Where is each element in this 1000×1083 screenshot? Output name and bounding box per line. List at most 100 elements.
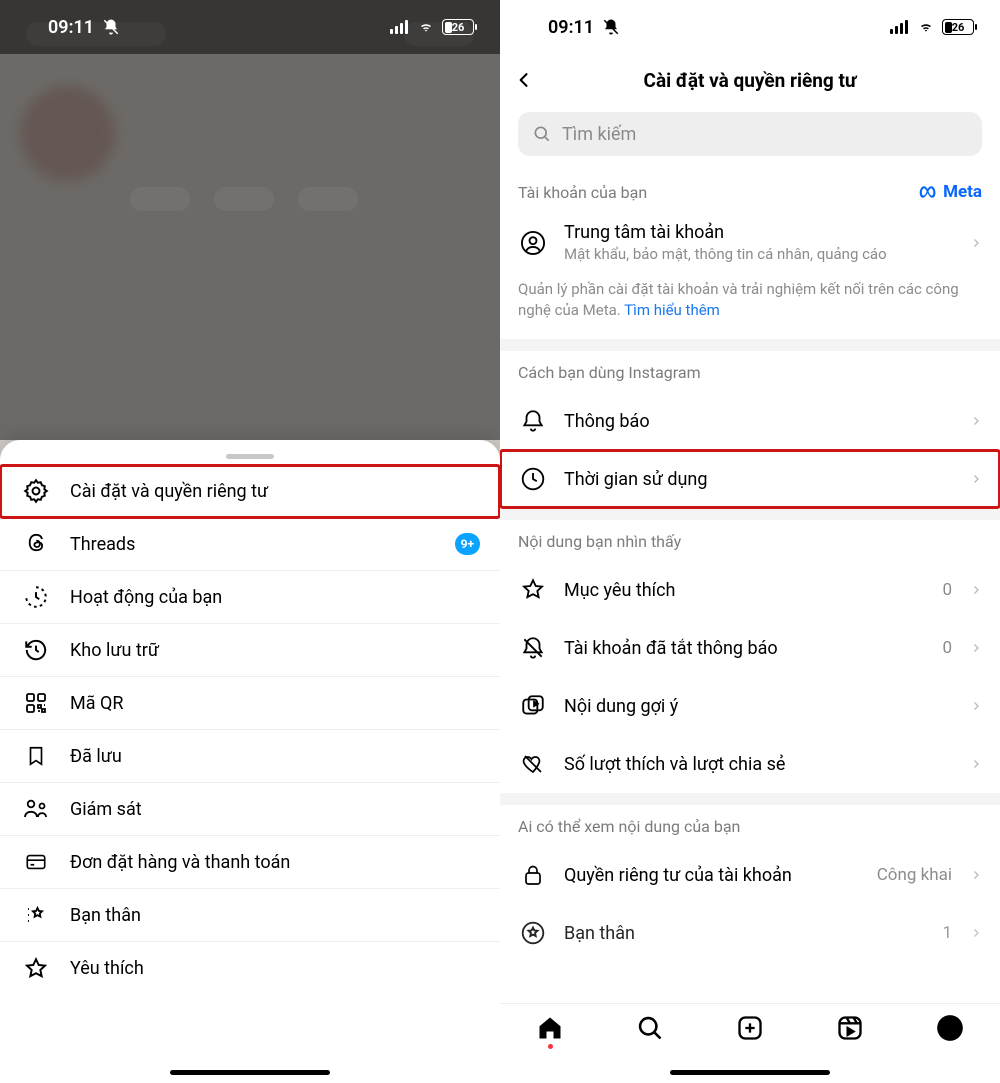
home-indicator [670,1070,830,1075]
clock: 09:11 [48,17,94,38]
chevron-right-icon [970,412,982,430]
menu-orders-payments[interactable]: Đơn đặt hàng và thanh toán [0,836,500,889]
row-favorites[interactable]: Mục yêu thích 0 [500,561,1000,619]
menu-close-friends[interactable]: Bạn thân [0,889,500,942]
row-title: Thời gian sử dụng [564,469,954,490]
page-title: Cài đặt và quyền riêng tư [544,69,986,92]
close-friends-icon [24,903,48,927]
menu-settings-privacy[interactable]: Cài đặt và quyền riêng tư [0,465,500,518]
section-how-you-use: Cách bạn dùng Instagram [500,351,1000,392]
cellular-icon [890,20,910,34]
clock: 09:11 [548,17,594,38]
nav-search[interactable] [622,1014,678,1042]
nav-home[interactable] [522,1014,578,1049]
section-who-can-see: Ai có thể xem nội dung của bạn [500,805,1000,846]
search-icon [532,124,552,144]
row-account-privacy[interactable]: Quyền riêng tư của tài khoản Công khai [500,846,1000,904]
profile-menu-sheet: Cài đặt và quyền riêng tư Threads 9+ Hoạ… [0,440,500,1083]
threads-icon [24,532,48,556]
activity-icon [23,584,49,610]
status-bar: 09:11 26 [500,0,1000,54]
battery-icon: 26 [442,19,474,35]
search-input[interactable]: Tìm kiếm [518,112,982,156]
bookmark-icon [25,743,47,769]
card-icon [23,851,49,873]
sheet-grabber[interactable] [226,454,274,459]
menu-favorites[interactable]: Yêu thích [0,942,500,995]
meta-logo: Meta [919,182,982,202]
chevron-right-icon [970,639,982,657]
row-value: 0 [942,580,952,600]
bell-slash-icon [520,635,546,661]
account-center-footnote: Quản lý phần cài đặt tài khoản và trải n… [500,273,1000,339]
battery-icon: 26 [942,19,974,35]
row-account-center[interactable]: Trung tâm tài khoản Mật khẩu, bảo mật, t… [500,212,1000,273]
learn-more-link[interactable]: Tìm hiểu thêm [624,301,720,319]
row-title: Thông báo [564,411,954,432]
status-bar: 09:11 26 [0,0,500,54]
menu-your-activity[interactable]: Hoạt động của bạn [0,571,500,624]
row-title: Quyền riêng tư của tài khoản [564,865,861,886]
cellular-icon [390,20,410,34]
notification-dot [548,1044,553,1049]
row-likes-shares[interactable]: Số lượt thích và lượt chia sẻ [500,735,1000,793]
row-suggested-content[interactable]: Nội dung gợi ý [500,677,1000,735]
row-value: Công khai [877,865,952,885]
row-subtitle: Mật khẩu, bảo mật, thông tin cá nhân, qu… [564,245,954,263]
back-button[interactable] [514,68,544,92]
menu-label: Hoạt động của bạn [70,587,222,608]
supervision-icon [22,797,50,821]
menu-label: Threads [70,534,135,555]
section-what-you-see: Nội dung bạn nhìn thấy [500,520,1000,561]
bell-off-icon [602,18,620,36]
menu-label: Đã lưu [70,746,122,767]
row-title: Mục yêu thích [564,580,926,601]
menu-label: Giám sát [70,799,142,820]
chevron-right-icon [970,697,982,715]
meta-icon [919,185,939,199]
row-notifications[interactable]: Thông báo [500,392,1000,450]
nav-create[interactable] [722,1014,778,1042]
reels-icon [836,1014,864,1042]
chevron-right-icon [970,581,982,599]
row-value: 0 [942,638,952,658]
threads-badge: 9+ [455,533,480,555]
nav-profile[interactable] [922,1014,978,1042]
menu-threads[interactable]: Threads 9+ [0,518,500,571]
row-title: Tài khoản đã tắt thông báo [564,638,926,659]
wifi-icon [416,20,436,34]
row-title: Số lượt thích và lượt chia sẻ [564,754,954,775]
chevron-right-icon [970,924,982,942]
row-muted-accounts[interactable]: Tài khoản đã tắt thông báo 0 [500,619,1000,677]
star-icon [520,577,546,603]
account-center-icon [519,229,547,257]
search-placeholder: Tìm kiếm [562,124,636,145]
row-close-friends[interactable]: Bạn thân 1 [500,904,1000,962]
nav-reels[interactable] [822,1014,878,1042]
menu-label: Kho lưu trữ [70,640,159,661]
menu-qr-code[interactable]: Mã QR [0,677,500,730]
section-your-account: Tài khoản của bạn Meta [500,170,1000,212]
gear-icon [23,478,49,504]
profile-icon [936,1014,964,1042]
chevron-right-icon [970,866,982,884]
star-circle-icon [520,920,546,946]
star-icon [23,956,49,982]
menu-label: Bạn thân [70,905,141,926]
home-icon [536,1014,564,1042]
bell-icon [520,408,546,434]
bell-off-icon [102,18,120,36]
menu-supervision[interactable]: Giám sát [0,783,500,836]
lock-icon [521,862,545,888]
row-screen-time[interactable]: Thời gian sử dụng [500,450,1000,508]
content-icon [520,693,546,719]
wifi-icon [916,20,936,34]
menu-saved[interactable]: Đã lưu [0,730,500,783]
chevron-right-icon [970,234,982,252]
menu-label: Cài đặt và quyền riêng tư [70,481,268,502]
menu-label: Đơn đặt hàng và thanh toán [70,852,290,873]
row-title: Bạn thân [564,923,926,944]
search-icon [636,1014,664,1042]
menu-archive[interactable]: Kho lưu trữ [0,624,500,677]
chevron-right-icon [970,470,982,488]
